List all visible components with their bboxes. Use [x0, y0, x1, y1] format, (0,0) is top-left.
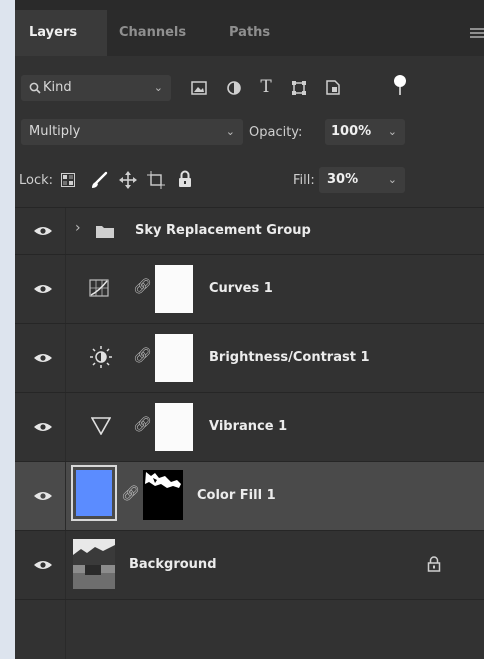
brightness-contrast-icon [90, 346, 112, 368]
opacity-field[interactable]: 100% ⌄ [325, 119, 405, 145]
chevron-down-icon: ⌄ [225, 125, 235, 138]
chevron-down-icon: ⌄ [153, 81, 163, 94]
fill-field[interactable]: 30% ⌄ [319, 167, 405, 193]
chevron-down-icon[interactable]: ⌄ [388, 167, 397, 193]
color-fill-thumbnail[interactable] [71, 465, 117, 521]
link-chain-icon[interactable]: 🔗︎ [133, 277, 152, 295]
tab-channels[interactable]: Channels [119, 10, 186, 56]
column-separator [65, 600, 66, 659]
link-chain-icon[interactable]: 🔗︎ [133, 346, 152, 364]
layer-name: Background [129, 557, 217, 572]
lock-all-icon[interactable] [178, 170, 192, 188]
panel-top-strip [15, 0, 484, 10]
layer-name: Color Fill 1 [197, 488, 276, 503]
layer-row-brightness-contrast-1[interactable]: 🔗︎ Brightness/Contrast 1 [15, 324, 484, 393]
visibility-eye-icon[interactable] [33, 352, 53, 364]
layer-mask-thumbnail[interactable] [143, 470, 183, 520]
layer-name: Curves 1 [209, 281, 273, 296]
column-separator [65, 208, 66, 254]
tab-paths[interactable]: Paths [229, 10, 270, 56]
layer-row-color-fill-1[interactable]: 🔗︎ Color Fill 1 [15, 462, 484, 531]
folder-icon [96, 226, 114, 238]
type-layer-filter-icon[interactable]: T [257, 77, 275, 97]
search-icon [29, 82, 41, 94]
color-swatch [76, 470, 112, 516]
column-separator [65, 531, 66, 599]
link-chain-icon[interactable]: 🔗︎ [133, 415, 152, 433]
filter-kind-label: Kind [43, 80, 72, 95]
blend-row: Multiply ⌄ Opacity: 100% ⌄ [15, 116, 484, 150]
opacity-value: 100% [331, 124, 372, 139]
layer-row-vibrance-1[interactable]: 🔗︎ Vibrance 1 [15, 393, 484, 462]
layer-name: Brightness/Contrast 1 [209, 350, 370, 365]
lock-label: Lock: [19, 173, 54, 188]
opacity-label: Opacity: [249, 125, 303, 140]
layer-name: Vibrance 1 [209, 419, 288, 434]
lock-position-move-icon[interactable] [119, 171, 137, 189]
column-separator [65, 393, 66, 461]
blend-mode-value: Multiply [29, 124, 81, 139]
curves-adjustment-icon [89, 279, 109, 297]
fill-value: 30% [327, 172, 359, 187]
tab-bar: Layers Channels Paths [15, 10, 484, 56]
layers-panel: Layers Channels Paths Kind ⌄ T Multiply … [15, 0, 484, 659]
lock-row: Lock: Fill: 30% ⌄ [15, 164, 484, 198]
column-separator [65, 462, 66, 530]
layer-name: Sky Replacement Group [135, 223, 311, 238]
panel-menu-icon[interactable] [470, 28, 484, 38]
lock-artboard-icon[interactable] [147, 171, 165, 189]
link-chain-icon[interactable]: 🔗︎ [121, 484, 140, 502]
layer-mask-thumbnail[interactable] [155, 403, 193, 451]
column-separator [65, 255, 66, 323]
chevron-down-icon[interactable]: ⌄ [388, 119, 397, 145]
filter-toggle-icon[interactable] [393, 74, 407, 98]
vibrance-triangle-icon [91, 417, 111, 435]
layer-row-sky-replacement-group[interactable]: › Sky Replacement Group [15, 208, 484, 255]
blend-mode-dropdown[interactable]: Multiply ⌄ [21, 119, 243, 145]
filter-row: Kind ⌄ T [15, 70, 484, 106]
tab-layers[interactable]: Layers [15, 10, 107, 56]
layer-mask-thumbnail[interactable] [155, 334, 193, 382]
adjustment-layer-filter-icon[interactable] [226, 80, 242, 96]
lock-transparent-pixels-icon[interactable] [61, 173, 75, 187]
fill-label: Fill: [293, 173, 315, 188]
filter-kind-dropdown[interactable]: Kind ⌄ [21, 75, 171, 101]
pixel-layer-filter-icon[interactable] [191, 81, 207, 95]
layer-row-background[interactable]: Background [15, 531, 484, 600]
lock-icon [427, 556, 441, 572]
visibility-eye-icon[interactable] [33, 559, 53, 571]
layer-row-curves-1[interactable]: 🔗︎ Curves 1 [15, 255, 484, 324]
lock-image-pixels-brush-icon[interactable] [90, 171, 108, 189]
visibility-eye-icon[interactable] [33, 283, 53, 295]
expand-chevron-icon[interactable]: › [75, 220, 81, 236]
background-image-thumbnail[interactable] [73, 539, 115, 589]
column-separator [65, 324, 66, 392]
visibility-eye-icon[interactable] [33, 225, 53, 237]
layer-mask-thumbnail[interactable] [155, 265, 193, 313]
visibility-eye-icon[interactable] [33, 421, 53, 433]
shape-layer-filter-icon[interactable] [291, 80, 307, 96]
smart-object-filter-icon[interactable] [325, 79, 341, 96]
visibility-eye-icon[interactable] [33, 490, 53, 502]
